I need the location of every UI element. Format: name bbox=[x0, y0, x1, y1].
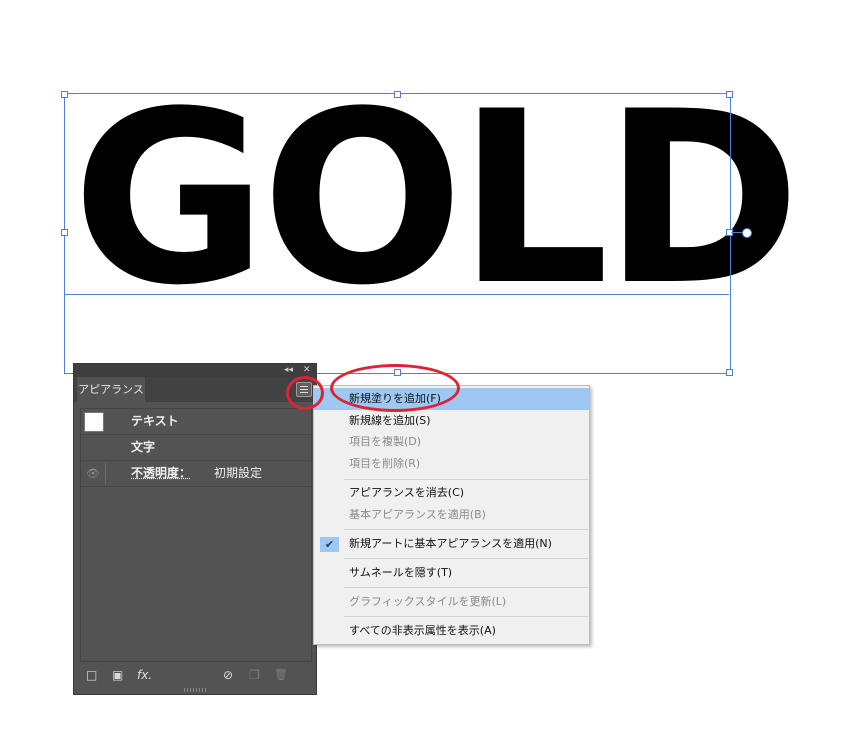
menu-separator bbox=[344, 479, 588, 480]
menu-separator bbox=[344, 587, 588, 588]
opacity-value: 初期設定 bbox=[214, 466, 263, 480]
menu-separator bbox=[344, 529, 588, 530]
appearance-panel-flyout-menu: 新規塗りを追加(F) 新規線を追加(S) 項目を複製(D) 項目を削除(R) ア… bbox=[313, 385, 590, 645]
appearance-list: テキスト 文字 👁 不透明度： 初期設定 bbox=[80, 408, 312, 662]
characters-label: 文字 bbox=[131, 440, 156, 454]
object-type-label: テキスト bbox=[131, 414, 179, 428]
add-new-stroke-icon[interactable]: □ bbox=[86, 668, 97, 682]
menu-item-clear-appearance[interactable]: アピアランスを消去(C) bbox=[314, 482, 589, 504]
menu-item-redefine-graphic-style[interactable]: グラフィックスタイルを更新(L) bbox=[314, 591, 589, 613]
selection-handle-middle-left[interactable] bbox=[61, 229, 68, 236]
menu-item-add-new-stroke[interactable]: 新規線を追加(S) bbox=[314, 410, 589, 432]
tab-appearance[interactable]: アピアランス bbox=[77, 377, 145, 402]
menu-item-reduce-to-basic-appearance[interactable]: 基本アピアランスを適用(B) bbox=[314, 504, 589, 526]
add-effect-fx-icon[interactable]: fx. bbox=[137, 668, 152, 682]
appearance-row-text[interactable]: テキスト bbox=[81, 409, 311, 435]
menu-separator bbox=[344, 616, 588, 617]
menu-item-hide-thumbnail[interactable]: サムネールを隠す(T) bbox=[314, 562, 589, 584]
thumbnail-swatch bbox=[84, 412, 104, 432]
annotation-circle-menu-button bbox=[286, 376, 324, 410]
menu-item-duplicate-item[interactable]: 項目を複製(D) bbox=[314, 431, 589, 453]
menu-item-remove-item[interactable]: 項目を削除(R) bbox=[314, 453, 589, 475]
annotation-oval-add-new-fill bbox=[330, 364, 460, 412]
selection-handle-top-right[interactable] bbox=[726, 91, 733, 98]
menu-item-show-all-hidden-attributes[interactable]: すべての非表示属性を表示(A) bbox=[314, 620, 589, 642]
row-divider bbox=[105, 463, 106, 484]
selection-bounding-box[interactable] bbox=[64, 93, 731, 374]
add-new-fill-icon[interactable]: ▣ bbox=[112, 668, 123, 682]
selection-handle-top-center[interactable] bbox=[394, 91, 401, 98]
text-threading-port[interactable] bbox=[742, 228, 752, 238]
opacity-link[interactable]: 不透明度： bbox=[131, 461, 191, 486]
panel-resize-grip[interactable] bbox=[184, 688, 206, 692]
baseline-guide bbox=[64, 294, 729, 295]
visibility-eye-icon[interactable]: 👁 bbox=[86, 461, 100, 486]
duplicate-item-icon[interactable]: ❐ bbox=[249, 668, 260, 682]
delete-item-icon[interactable]: 🗑 bbox=[274, 668, 288, 682]
collapse-panel-icon[interactable]: ◂◂ bbox=[284, 364, 293, 377]
appearance-row-opacity[interactable]: 👁 不透明度： 初期設定 bbox=[81, 461, 311, 487]
menu-separator bbox=[344, 558, 588, 559]
menu-item-new-art-has-basic-appearance[interactable]: ✔ 新規アートに基本アピアランスを適用(N) bbox=[314, 533, 589, 555]
selection-handle-bottom-right[interactable] bbox=[726, 369, 733, 376]
panel-bottom-bar: □ ▣ fx. ⊘ ❐ 🗑 bbox=[74, 664, 316, 686]
panel-tab-row: アピアランス bbox=[74, 377, 316, 402]
appearance-row-characters[interactable]: 文字 bbox=[81, 435, 311, 461]
selection-handle-top-left[interactable] bbox=[61, 91, 68, 98]
appearance-panel: ◂◂ ✕ アピアランス テキスト 文字 👁 不透明度： 初期設定 □ ▣ fx.… bbox=[74, 364, 316, 694]
checkmark-icon: ✔ bbox=[320, 537, 339, 552]
clear-appearance-icon[interactable]: ⊘ bbox=[223, 668, 233, 682]
panel-title-bar[interactable]: ◂◂ ✕ bbox=[74, 364, 316, 377]
